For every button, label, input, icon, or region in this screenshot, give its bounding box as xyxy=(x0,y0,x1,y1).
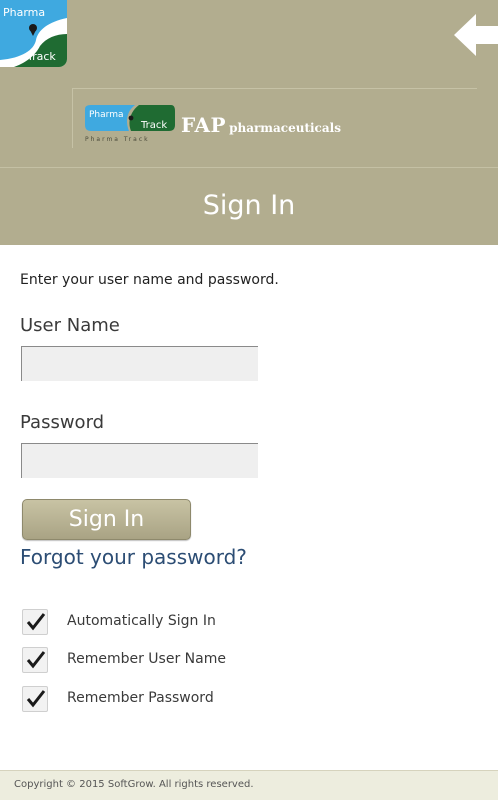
remember-password-label: Remember Password xyxy=(67,690,214,706)
svg-text:Pharma Track: Pharma Track xyxy=(85,136,150,143)
password-label: Password xyxy=(20,412,105,433)
back-arrow-icon xyxy=(454,14,498,56)
header-divider xyxy=(0,167,498,168)
pharma-track-app-logo: Pharma Track xyxy=(0,0,67,67)
svg-text:Pharma: Pharma xyxy=(3,6,45,19)
svg-text:Track: Track xyxy=(26,50,56,63)
auto-sign-in-checkbox[interactable] xyxy=(22,609,48,635)
checkmark-icon xyxy=(26,651,46,669)
remember-username-label: Remember User Name xyxy=(67,651,226,667)
remember-password-checkbox[interactable] xyxy=(22,686,48,712)
username-input[interactable] xyxy=(21,346,258,381)
page-title: Sign In xyxy=(202,190,296,221)
forgot-password-link[interactable]: Forgot your password? xyxy=(20,545,247,569)
header-bar: Pharma Track Pharma Track Pharma Track F… xyxy=(0,0,498,245)
remember-username-checkbox[interactable] xyxy=(22,647,48,673)
pharma-track-brand-logo: Pharma Track Pharma Track xyxy=(85,105,175,143)
sign-in-button[interactable]: Sign In xyxy=(22,499,191,540)
username-label: User Name xyxy=(20,315,120,336)
checkmark-icon xyxy=(26,613,46,631)
checkmark-icon xyxy=(26,690,46,708)
signin-instructions: Enter your user name and password. xyxy=(20,272,279,288)
company-name: FAP pharmaceuticals xyxy=(181,113,341,137)
company-name-primary: FAP xyxy=(181,113,227,137)
svg-text:Pharma: Pharma xyxy=(89,110,123,120)
password-input[interactable] xyxy=(21,443,258,478)
copyright-text: Copyright © 2015 SoftGrow. All rights re… xyxy=(14,779,254,790)
brand-banner: Pharma Track Pharma Track FAP pharmaceuti… xyxy=(72,88,477,148)
svg-text:Track: Track xyxy=(140,120,167,131)
company-name-secondary: pharmaceuticals xyxy=(229,121,341,135)
footer: Copyright © 2015 SoftGrow. All rights re… xyxy=(0,770,498,800)
auto-sign-in-label: Automatically Sign In xyxy=(67,613,216,629)
back-button[interactable] xyxy=(452,10,498,60)
